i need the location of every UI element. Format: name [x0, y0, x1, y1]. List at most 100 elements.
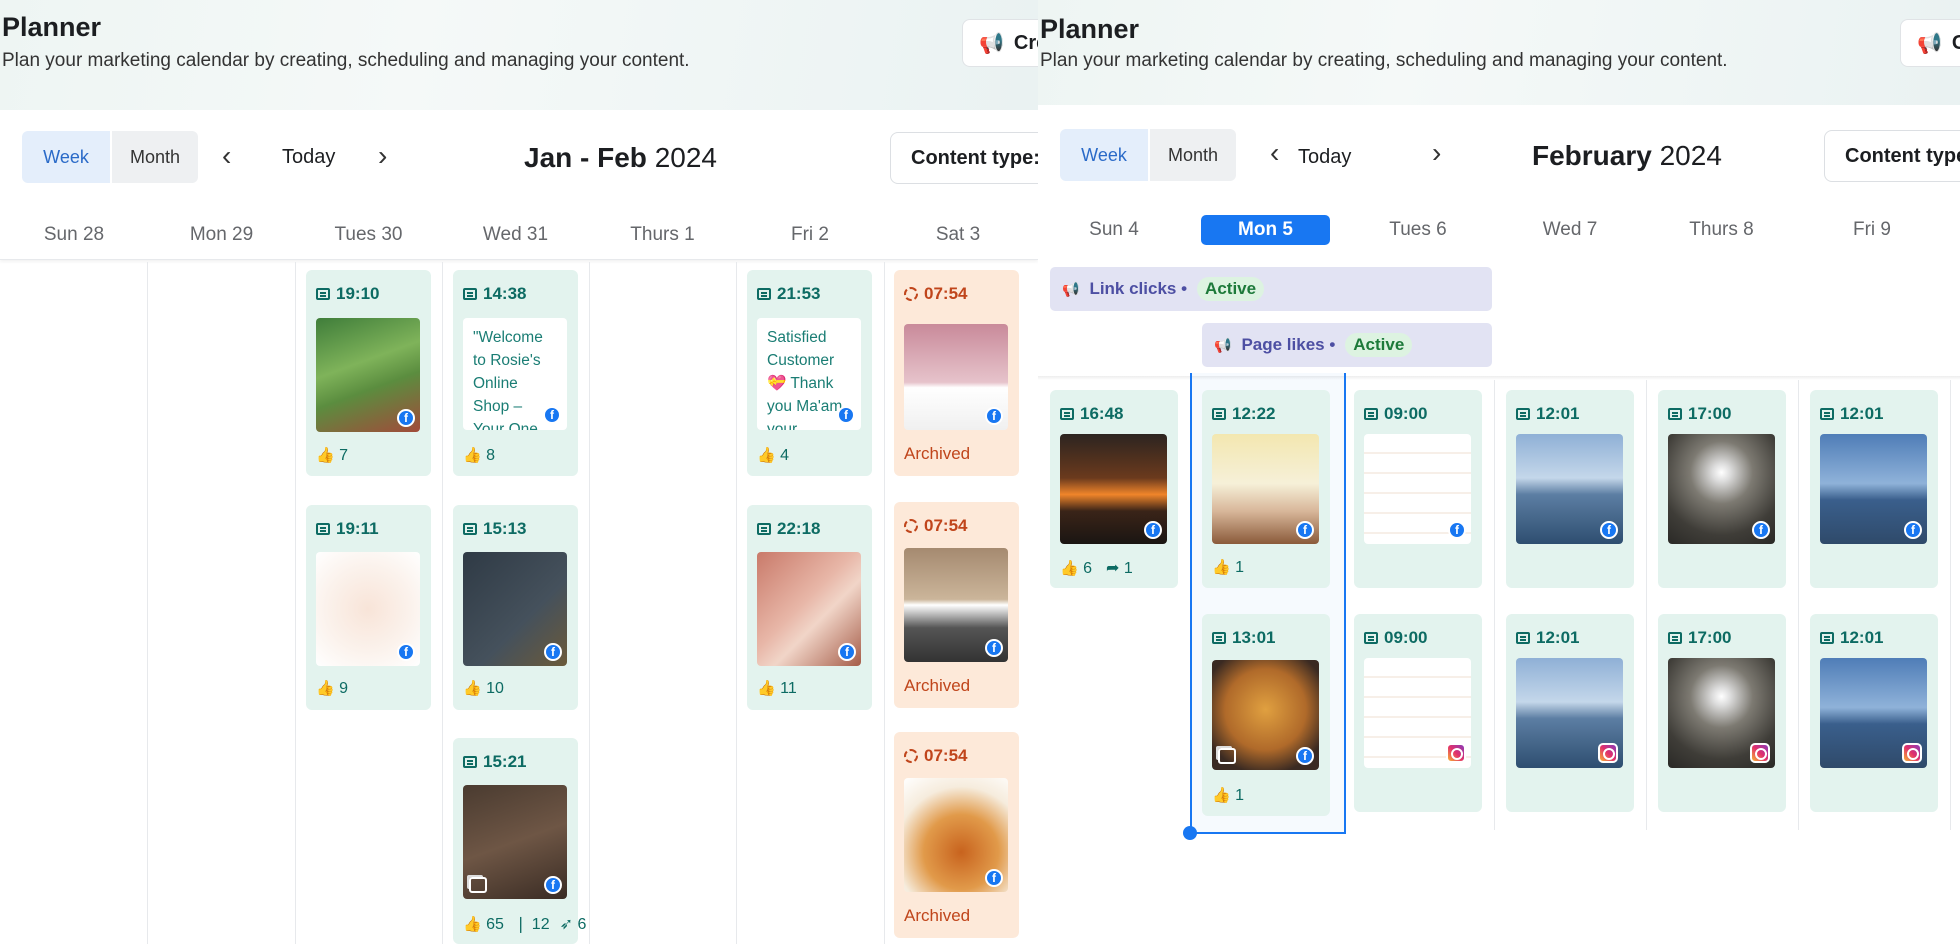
day-label: Wed 7 — [1542, 219, 1598, 240]
archived-label: Archived — [904, 906, 971, 925]
post-icon — [1516, 632, 1530, 644]
weekday-header: Sun 28 Mon 29 Tues 30 Wed 31 Thurs 1 Fri… — [0, 210, 1038, 260]
post-icon — [1668, 408, 1682, 420]
post-card[interactable]: 21:53 Satisfied Customer 💝 Thank you Ma'… — [747, 270, 872, 476]
content-type-filter[interactable]: Content type — [1824, 130, 1960, 182]
post-card[interactable]: 12:01 — [1506, 614, 1634, 812]
post-thumbnail: f — [463, 785, 567, 899]
month-view-button[interactable]: Month — [1150, 129, 1236, 181]
month-view-button[interactable]: Month — [112, 131, 198, 183]
like-icon: 👍 — [1060, 559, 1079, 577]
post-card[interactable]: 13:01 f 👍 1 — [1202, 614, 1330, 816]
post-card[interactable]: 15:21 f 👍 65 ❘ 12 ➶ 6 — [453, 738, 586, 944]
content-type-filter[interactable]: Content type: . — [890, 132, 1038, 184]
post-thumbnail: f — [904, 548, 1008, 662]
post-card[interactable]: 17:00 f — [1658, 390, 1786, 588]
day-label: Tues 6 — [1389, 219, 1447, 240]
like-icon: 👍 — [1212, 559, 1231, 576]
facebook-icon: f — [1296, 521, 1314, 539]
facebook-icon: f — [1600, 521, 1618, 539]
facebook-icon: f — [1752, 521, 1770, 539]
calendar-toolbar: Week Month ‹ Today › Jan - Feb 2024 Cont… — [0, 110, 1038, 210]
chevron-right-icon[interactable]: › — [1432, 137, 1441, 169]
like-icon: 👍 — [463, 680, 482, 697]
chevron-right-icon[interactable]: › — [378, 140, 387, 172]
archived-post-card[interactable]: 07:54 f Archived — [894, 502, 1019, 708]
post-card[interactable]: 14:38 "Welcome to Rosie's Online Shop – … — [453, 270, 578, 476]
post-icon — [757, 523, 771, 535]
post-card[interactable]: 12:01 — [1810, 614, 1938, 812]
date-range: Jan - Feb 2024 — [524, 142, 717, 173]
facebook-icon: f — [985, 407, 1003, 425]
day-label: Thurs 8 — [1689, 219, 1754, 240]
post-card[interactable]: 15:13 f 👍 10 — [453, 505, 578, 710]
column-divider — [589, 262, 590, 944]
day-label: Thurs 1 — [630, 223, 695, 245]
instagram-icon — [1598, 743, 1618, 763]
archived-label: Archived — [904, 676, 971, 695]
post-icon — [316, 523, 330, 535]
column-divider — [1950, 380, 1951, 830]
create-button[interactable]: 📢 Cre — [962, 19, 1038, 67]
post-card[interactable]: 12:01 f — [1506, 390, 1634, 588]
day-label: Wed 31 — [482, 223, 549, 245]
facebook-icon: f — [544, 643, 562, 661]
post-thumbnail: f — [463, 552, 567, 666]
post-thumbnail: f — [1212, 434, 1319, 544]
post-card[interactable]: 12:22 f 👍 1 — [1202, 390, 1330, 588]
facebook-icon: f — [985, 639, 1003, 657]
day-label: Sun 28 — [43, 223, 105, 245]
post-card[interactable]: 09:00 f — [1354, 390, 1482, 588]
page-title: Planner — [1040, 14, 1140, 44]
post-thumbnail: f — [1364, 434, 1471, 544]
post-thumbnail — [1668, 658, 1775, 768]
post-thumbnail: f — [1212, 660, 1319, 770]
post-icon — [1212, 408, 1226, 420]
column-divider — [884, 262, 885, 944]
week-view-button[interactable]: Week — [22, 131, 110, 183]
today-button[interactable]: Today — [282, 146, 335, 169]
like-icon: 👍 — [757, 680, 776, 697]
chevron-left-icon[interactable]: ‹ — [222, 140, 231, 172]
boost-bar[interactable]: 📢 Page likes • Active — [1202, 323, 1492, 367]
post-icon — [1516, 408, 1530, 420]
comment-icon: ❘ — [513, 916, 528, 933]
facebook-icon: f — [1904, 521, 1922, 539]
post-card[interactable]: 19:10 f 👍 7 — [306, 270, 431, 476]
create-button[interactable]: 📢 C — [1900, 19, 1960, 67]
archived-post-card[interactable]: 07:54 f Archived — [894, 270, 1019, 476]
facebook-icon: f — [837, 406, 855, 424]
facebook-icon: f — [543, 406, 561, 424]
post-thumbnail: f — [904, 324, 1008, 430]
planner-week-jan-feb: Planner Plan your marketing calendar by … — [0, 0, 1038, 944]
page-subtitle: Plan your marketing calendar by creating… — [2, 50, 690, 71]
post-icon — [757, 288, 771, 300]
post-card[interactable]: 19:11 f 👍 9 — [306, 505, 431, 710]
post-thumbnail: f — [1668, 434, 1775, 544]
week-view-button[interactable]: Week — [1060, 129, 1148, 181]
like-icon: 👍 — [1212, 787, 1231, 804]
day-label-today[interactable]: Mon 5 — [1201, 215, 1330, 245]
archived-post-card[interactable]: 07:54 f Archived — [894, 732, 1019, 938]
facebook-icon: f — [838, 643, 856, 661]
post-thumbnail: f — [1820, 434, 1927, 544]
day-label: Sat 3 — [935, 223, 981, 245]
post-card[interactable]: 17:00 — [1658, 614, 1786, 812]
boost-bar[interactable]: 📢 Link clicks • Active — [1050, 267, 1492, 311]
post-card[interactable]: 22:18 f 👍 11 — [747, 505, 872, 710]
post-card[interactable]: 16:48 f 👍 6 ➦ 1 — [1050, 390, 1178, 588]
post-thumbnail: f — [316, 318, 420, 432]
column-divider — [736, 262, 737, 944]
view-toggle: Week Month — [1060, 129, 1236, 181]
like-icon: 👍 — [316, 447, 335, 464]
like-icon: 👍 — [463, 447, 482, 464]
page-header: Planner Plan your marketing calendar by … — [0, 0, 1038, 110]
date-range: February 2024 — [1532, 140, 1722, 171]
chevron-left-icon[interactable]: ‹ — [1270, 137, 1279, 169]
facebook-icon: f — [1296, 747, 1314, 765]
post-card[interactable]: 09:00 — [1354, 614, 1482, 812]
today-button[interactable]: Today — [1298, 146, 1351, 169]
day-label: Mon 29 — [189, 223, 254, 245]
post-card[interactable]: 12:01 f — [1810, 390, 1938, 588]
post-thumbnail: f — [904, 778, 1008, 892]
